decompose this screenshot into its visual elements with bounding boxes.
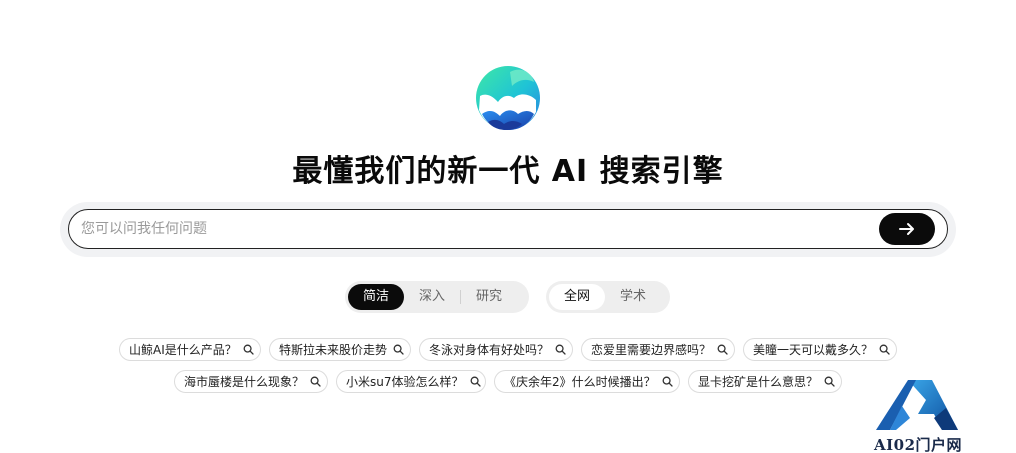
search-icon [879, 344, 890, 355]
scope-selector: 全网 学术 [546, 281, 670, 313]
search-icon [555, 344, 566, 355]
search-icon [310, 376, 321, 387]
suggestion-chip[interactable]: 美瞳一天可以戴多久？ [743, 338, 897, 361]
suggestion-text: 美瞳一天可以戴多久？ [753, 343, 874, 357]
search-icon [662, 376, 673, 387]
watermark-text: AI02门户网 [873, 436, 963, 453]
mode-option-deep[interactable]: 深入 [404, 284, 460, 310]
search-input[interactable] [81, 210, 861, 248]
suggestion-chip[interactable]: 特斯拉未来股价走势 [269, 338, 411, 361]
suggestion-chip[interactable]: 冬泳对身体有好处吗？ [419, 338, 573, 361]
search-box [68, 209, 948, 249]
page-title: 最懂我们的新一代 AI 搜索引擎 [292, 154, 724, 189]
send-button[interactable] [879, 213, 935, 245]
search-icon [824, 376, 835, 387]
mode-option-research[interactable]: 研究 [461, 284, 517, 310]
scope-option-academic[interactable]: 学术 [605, 284, 661, 310]
scope-option-web[interactable]: 全网 [549, 284, 606, 310]
suggestion-chip[interactable]: 海市蜃楼是什么现象？ [174, 370, 328, 393]
suggestion-chip[interactable]: 山鲸AI是什么产品？ [119, 338, 261, 361]
suggestion-text: 冬泳对身体有好处吗？ [429, 343, 550, 357]
search-icon [393, 344, 404, 355]
search-icon [717, 344, 728, 355]
mode-selector: 简洁 深入 研究 [345, 281, 529, 313]
whale-wave-logo [476, 66, 540, 130]
suggestion-text: 小米su7体验怎么样？ [346, 375, 464, 389]
suggestion-text: 山鲸AI是什么产品？ [129, 343, 237, 357]
suggestion-text: 特斯拉未来股价走势 [279, 343, 388, 357]
mode-option-concise[interactable]: 简洁 [348, 284, 405, 310]
suggestion-chip[interactable]: 小米su7体验怎么样？ [336, 370, 486, 393]
search-icon [470, 376, 481, 387]
suggestion-chip[interactable]: 显卡挖矿是什么意思？ [688, 370, 842, 393]
suggestion-text: 《庆余年2》什么时候播出？ [504, 375, 656, 389]
suggestion-chip[interactable]: 《庆余年2》什么时候播出？ [494, 370, 680, 393]
suggestion-text: 显卡挖矿是什么意思？ [698, 375, 819, 389]
suggestion-text: 海市蜃楼是什么现象？ [184, 375, 305, 389]
suggestion-text: 恋爱里需要边界感吗？ [591, 343, 712, 357]
suggestion-chip[interactable]: 恋爱里需要边界感吗？ [581, 338, 735, 361]
search-icon [243, 344, 254, 355]
arrow-right-icon [899, 223, 914, 235]
